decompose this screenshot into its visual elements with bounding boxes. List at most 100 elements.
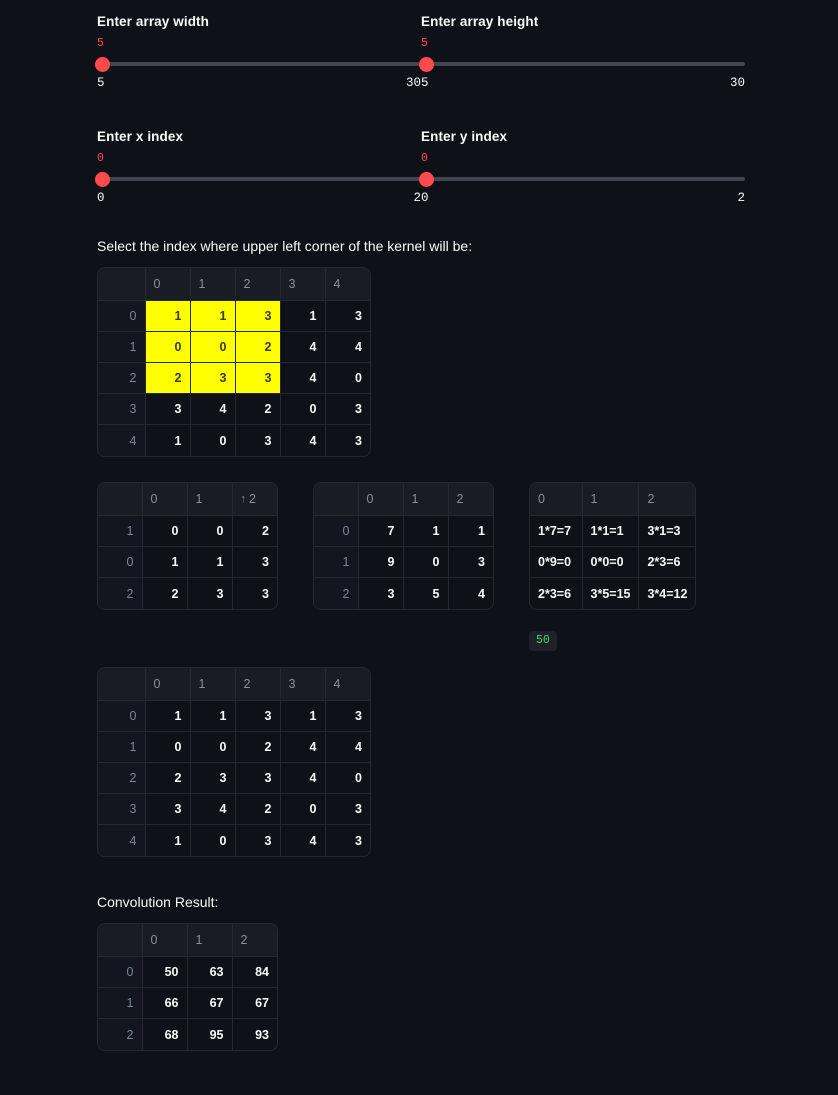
column-header-2[interactable]: ↑ 2 [232,482,277,517]
column-header-0[interactable]: 0 [142,923,188,958]
table-cell: 4 [280,731,326,764]
column-header-3[interactable]: 3 [280,267,326,302]
table-cell: 3 [235,762,281,795]
kernel-dataframe[interactable]: 012071119032354 [313,481,494,610]
table-cell: 3 [262,586,269,601]
kernel-window-dataframe[interactable]: 0 1 ↑ 2 1 0 0 2 0 1 1 3 2 2 3 3 [97,481,278,610]
slider-thumb-y-index[interactable] [419,171,434,187]
table-cell: 4 [280,424,326,456]
slider-value-array-width: 5 [97,37,104,51]
row-index-cell: 2 [98,577,143,609]
slider-track-y-index[interactable] [419,170,745,188]
input-array-highlighted-dataframe[interactable]: 01234011313100244223340334203410343 [97,266,371,457]
table-cell: 95 [187,1018,233,1050]
row-index-cell: 3 [98,793,146,826]
table-cell: 93 [255,1027,269,1042]
table-cell: 1 [403,515,449,548]
table-row: 2 68 95 93 [98,1018,277,1050]
slider-max-array-height: 30 [729,76,745,91]
slider-track-array-width[interactable] [95,55,421,73]
column-header-0[interactable]: 0 [142,482,188,517]
table-cell-highlighted: 1 [190,300,236,333]
slider-range-y-index: 0 2 [421,191,745,206]
table-cell: 1 [190,700,236,733]
kernel-window-table: 0 1 ↑ 2 1 0 0 2 0 1 1 3 2 2 3 3 [98,482,277,609]
table-cell: 1*1=1 [582,515,640,548]
table-cell: 2 [235,793,281,826]
column-header-2[interactable]: 2 [232,923,277,958]
column-header-0[interactable]: 0 [358,482,404,517]
convolution-result-dataframe[interactable]: 0 1 2 0 50 63 84 1 66 67 67 2 68 95 93 [97,922,278,1051]
table-cell: 3 [355,833,362,848]
table-cell-highlighted: 2 [145,362,191,395]
column-header-1[interactable]: 1 [190,267,236,302]
table-cell: 2 [232,515,277,548]
table-cell: 3 [145,393,191,426]
column-header-3[interactable]: 3 [280,667,326,702]
table-row: 2*3=6 3*5=15 3*4=12 [530,577,695,609]
table-row: 0*9=0 0*0=0 2*3=6 [530,546,696,579]
table-cell: 3*4=12 [647,586,688,601]
table-cell: 1*7=7 [530,515,583,548]
table-cell: 3 [190,762,236,795]
column-header-1[interactable]: 1 [403,482,449,517]
slider-thumb-x-index[interactable] [95,171,110,187]
input-array-plain-dataframe[interactable]: 01234011313100244223340334203410343 [97,666,371,857]
column-header-0[interactable]: 0 [530,482,583,517]
column-header-0[interactable]: 0 [145,267,191,302]
slider-row-1: Enter array width 5 5 30 Enter array hei… [0,0,838,91]
slider-track-x-index[interactable] [95,170,421,188]
index-corner-cell [98,267,146,302]
convolution-result-caption: Convolution Result: [97,893,219,910]
slider-max-x-index: 2 [413,191,421,206]
table-header-row: 012 [98,923,277,958]
table-cell-highlighted: 0 [145,331,191,364]
slider-value-y-index: 0 [421,152,428,166]
app-root: Enter array width 5 5 30 Enter array hei… [0,0,838,1056]
table-cell: 7 [358,515,404,548]
table-cell: 1 [145,824,191,856]
table-cell: 3 [325,300,370,333]
table-cell-highlighted: 1 [145,300,191,333]
table-cell: 1 [142,546,188,579]
slider-array-height: Enter array height 5 5 30 [419,14,745,91]
column-header-2[interactable]: 2 [235,267,281,302]
column-header-2[interactable]: 2 [448,482,493,517]
row-index-cell: 1 [98,987,143,1020]
slider-min-x-index: 0 [97,191,105,206]
column-header-2[interactable]: 2 [638,482,696,517]
column-header-1[interactable]: 1 [187,923,233,958]
column-header-1[interactable]: 1 [582,482,640,517]
table-cell: 4 [280,331,326,364]
column-header-4[interactable]: 4 [325,267,370,302]
products-table: 0 1 2 1*7=7 1*1=1 3*1=3 0*9=0 0*0=0 2*3=6 2*3=6 3*… [530,482,696,609]
row-index-cell: 3 [98,393,146,426]
table-row: 223340 [98,362,370,395]
table-row: 1*7=7 1*1=1 3*1=3 [530,515,696,548]
slider-thumb-array-width[interactable] [95,56,110,72]
table-cell: 3 [358,577,404,609]
column-header-2[interactable]: 2 [235,667,281,702]
table-row: 1002 [98,515,277,548]
table-cell: 0 [187,515,233,548]
row-index-cell: 0 [98,700,146,733]
column-header-0[interactable]: 0 [145,667,191,702]
products-dataframe[interactable]: 0 1 2 1*7=7 1*1=1 3*1=3 0*9=0 0*0=0 2*3=6 2*3=6 3*… [529,481,697,610]
table-row: 334203 [98,793,370,826]
slider-thumb-array-height[interactable] [419,56,434,72]
input-array-plain-table: 01234011313100244223340334203410343 [98,667,370,856]
table-cell: 4 [478,586,485,601]
column-header-4[interactable]: 4 [325,667,370,702]
slider-range-array-height: 5 30 [421,76,745,91]
table-cell: 0 [280,393,326,426]
slider-track-array-height[interactable] [419,55,745,73]
table-cell: 3 [325,793,370,826]
row-index-cell: 2 [314,577,359,609]
row-index-cell: 0 [314,515,359,548]
kernel-position-caption: Select the index where upper left corner… [97,237,473,254]
index-corner-cell [98,482,143,517]
table-cell-highlighted: 3 [235,300,281,333]
table-cell-highlighted: 3 [190,362,236,395]
column-header-1[interactable]: 1 [190,667,236,702]
column-header-1[interactable]: 1 [187,482,233,517]
